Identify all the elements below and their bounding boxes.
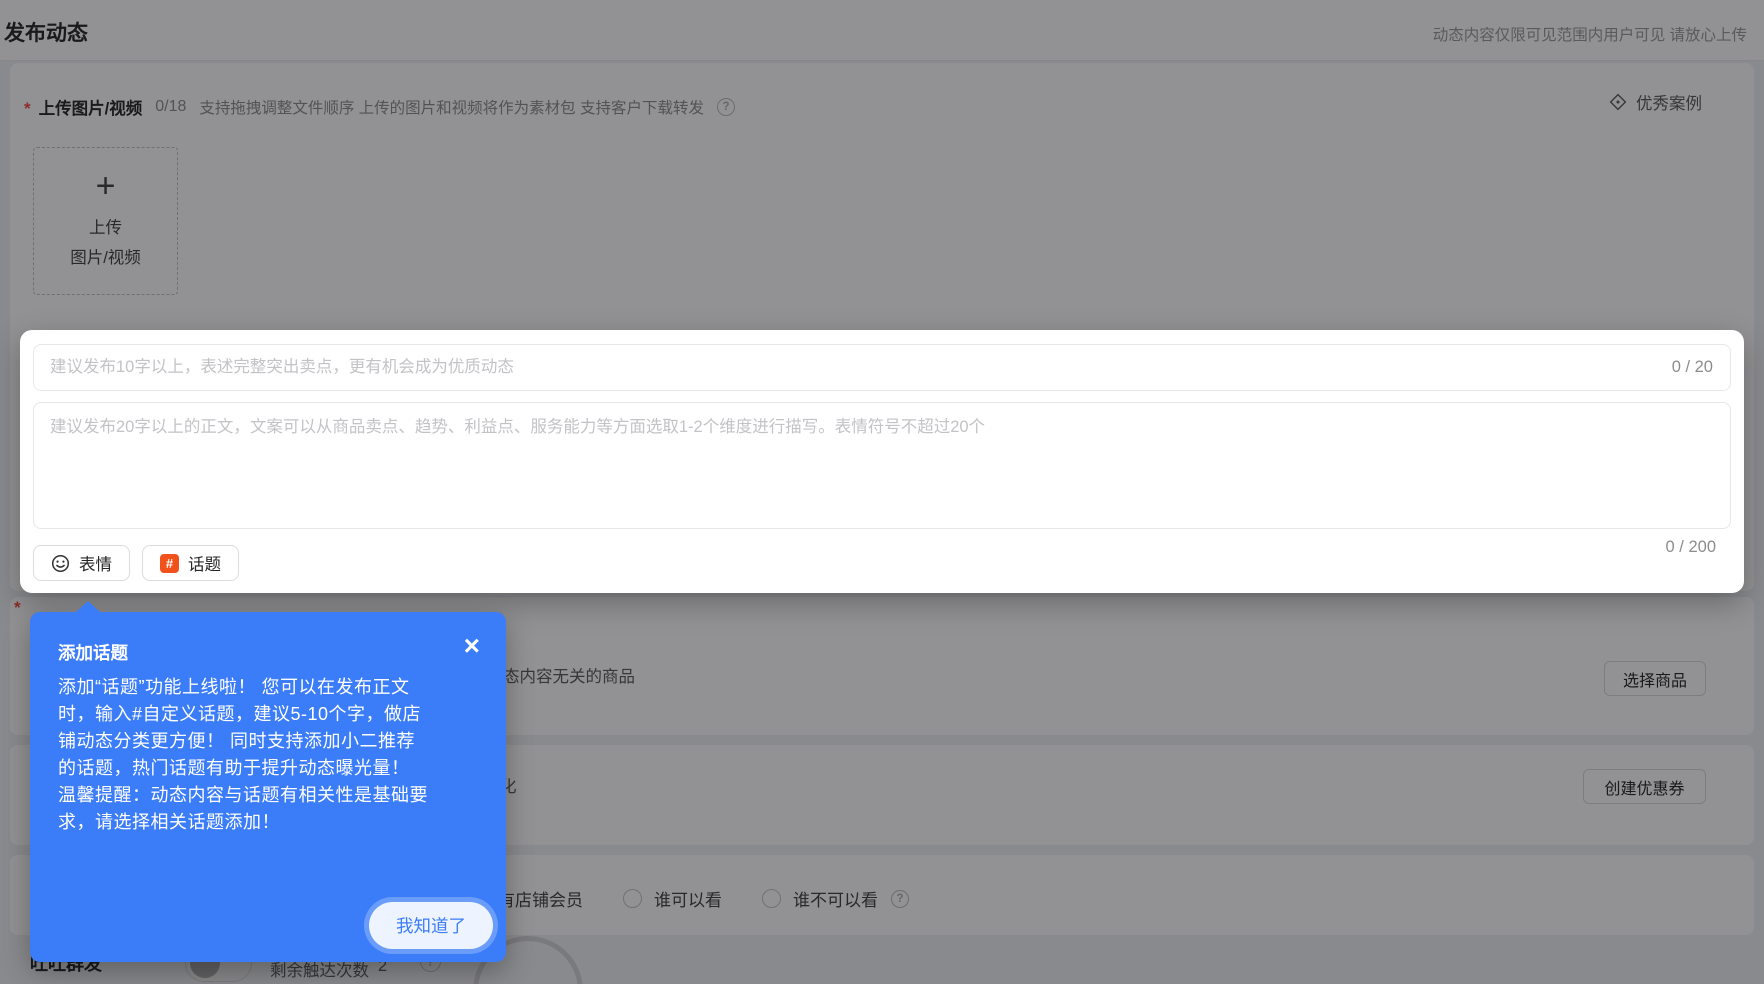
title-char-counter: 0 / 20 — [1672, 358, 1730, 377]
add-topic-tooltip: 添加话题 × 添加“话题”功能上线啦！ 您可以在发布正文 时，输入#自定义话题，… — [30, 612, 506, 962]
close-icon[interactable]: × — [464, 632, 480, 660]
tooltip-line: 铺动态分类更方便！ 同时支持添加小二推荐 — [58, 728, 482, 755]
post-body-field — [33, 402, 1731, 529]
publish-update-page: 发布动态 动态内容仅限可见范围内用户可见 请放心上传 * 上传图片/视频 0/1… — [0, 0, 1764, 984]
smiley-icon — [51, 554, 70, 573]
post-title-input[interactable] — [34, 345, 1672, 390]
body-char-counter: 0 / 200 — [1666, 538, 1716, 557]
emoji-button-label: 表情 — [79, 551, 112, 575]
tooltip-body: 添加“话题”功能上线啦！ 您可以在发布正文 时，输入#自定义话题，建议5-10个… — [58, 674, 482, 836]
tooltip-line: 温馨提醒：动态内容与话题有相关性是基础要 — [58, 782, 482, 809]
tooltip-title: 添加话题 — [58, 640, 128, 665]
got-it-button[interactable]: 我知道了 — [369, 902, 493, 949]
composer-panel: 0 / 20 0 / 200 表情 # 话题 — [20, 330, 1744, 593]
tooltip-arrow — [76, 601, 100, 612]
tooltip-line: 的话题，热门话题有助于提升动态曝光量！ — [58, 755, 482, 782]
post-body-textarea[interactable] — [34, 403, 1730, 528]
tooltip-line: 求，请选择相关话题添加！ — [58, 809, 482, 836]
topic-button[interactable]: # 话题 — [142, 545, 239, 581]
post-title-field: 0 / 20 — [33, 344, 1731, 391]
emoji-button[interactable]: 表情 — [33, 545, 130, 581]
hashtag-icon: # — [160, 554, 179, 573]
tooltip-line: 时，输入#自定义话题，建议5-10个字，做店 — [58, 701, 482, 728]
topic-button-label: 话题 — [188, 551, 221, 575]
composer-toolbar: 表情 # 话题 — [33, 545, 239, 581]
tooltip-line: 添加“话题”功能上线啦！ 您可以在发布正文 — [58, 674, 482, 701]
